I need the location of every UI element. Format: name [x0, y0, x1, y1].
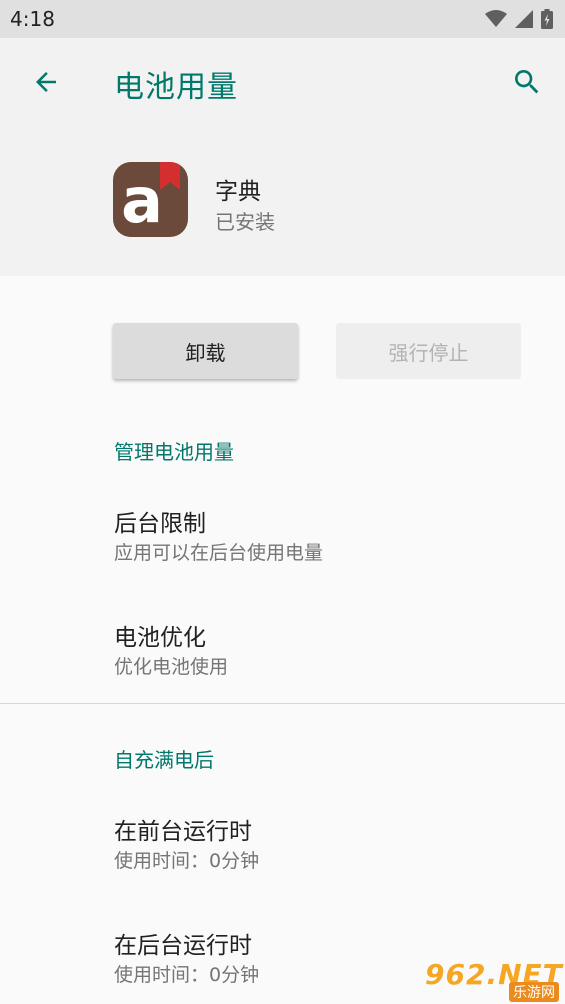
uninstall-button[interactable]: 卸载: [113, 323, 298, 379]
page-title: 电池用量: [114, 70, 238, 105]
pref-title: 后台限制: [114, 511, 206, 537]
section-header-since-full-charge: 自充满电后: [114, 748, 214, 772]
pref-title: 在前台运行时: [114, 819, 252, 845]
pref-summary: 优化电池使用: [114, 656, 229, 678]
signal-icon: [515, 10, 533, 28]
pref-summary: 使用时间：0分钟: [114, 850, 260, 872]
app-icon: a: [113, 162, 188, 237]
bookmark-icon: [160, 162, 180, 190]
status-bar: 4:18: [0, 0, 565, 38]
watermark-sub-text: 乐游网: [509, 982, 559, 1002]
wifi-icon: [485, 10, 507, 27]
pref-battery-optimization[interactable]: 电池优化 优化电池使用: [0, 594, 565, 702]
app-bar: 电池用量: [0, 38, 565, 126]
pref-summary: 使用时间：0分钟: [114, 964, 260, 986]
pref-background-restriction[interactable]: 后台限制 应用可以在后台使用电量: [0, 480, 565, 588]
pref-summary: 应用可以在后台使用电量: [114, 542, 324, 564]
status-time: 4:18: [10, 7, 55, 31]
pref-title: 在后台运行时: [114, 933, 252, 959]
app-install-status: 已安装: [215, 210, 275, 234]
section-header-manage-battery: 管理电池用量: [114, 440, 234, 464]
search-button[interactable]: [507, 62, 547, 102]
search-icon: [515, 70, 539, 94]
force-stop-button[interactable]: 强行停止: [336, 323, 521, 379]
section-divider: [0, 703, 565, 704]
app-name: 字典: [215, 179, 261, 205]
back-button[interactable]: [26, 62, 66, 102]
app-header: a 字典 已安装: [0, 126, 565, 276]
watermark-logo: 962.NET 乐游网: [425, 958, 562, 1002]
battery-icon: [541, 9, 553, 29]
pref-foreground-usage[interactable]: 在前台运行时 使用时间：0分钟: [0, 788, 565, 896]
pref-title: 电池优化: [114, 625, 206, 651]
arrow-back-icon: [36, 72, 56, 92]
status-icons: [485, 9, 553, 29]
